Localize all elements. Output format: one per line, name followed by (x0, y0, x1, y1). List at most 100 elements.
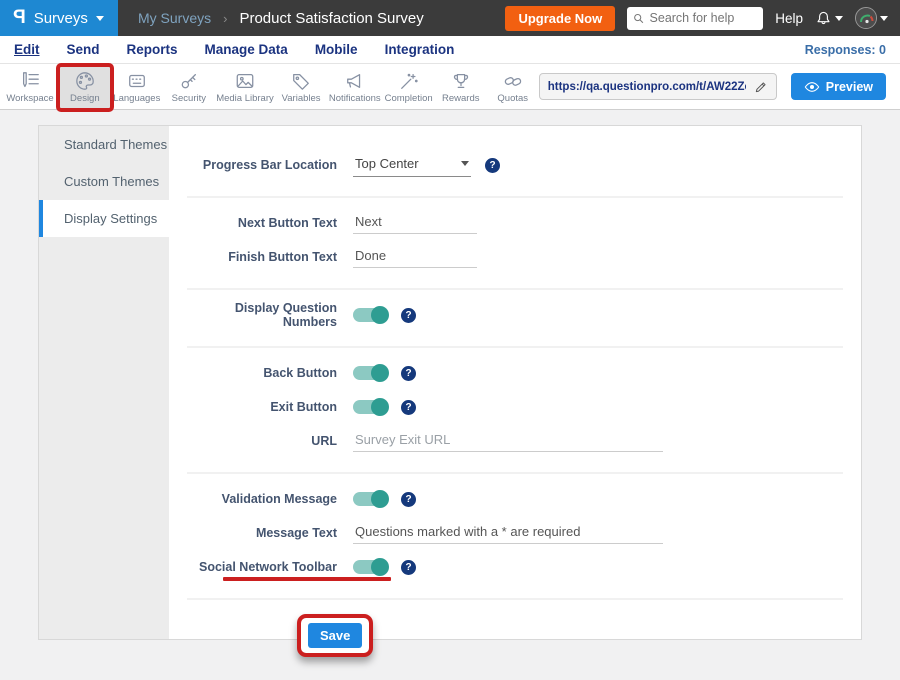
help-icon[interactable]: ? (401, 308, 416, 323)
breadcrumb-parent[interactable]: My Surveys (138, 10, 211, 26)
survey-menu-bar: Edit Send Reports Manage Data Mobile Int… (0, 36, 900, 64)
tool-security[interactable]: Security (163, 66, 215, 108)
chevron-down-icon (96, 16, 104, 21)
image-icon (234, 71, 256, 91)
menu-reports[interactable]: Reports (127, 42, 178, 57)
tool-media-library[interactable]: Media Library (215, 66, 275, 108)
toggle-knob (371, 306, 389, 324)
avatar (855, 7, 877, 29)
finish-button-text-label: Finish Button Text (187, 250, 337, 264)
progress-bar-location-value: Top Center (355, 156, 419, 171)
social-network-toolbar-toggle[interactable] (353, 560, 387, 574)
key-icon (178, 71, 200, 91)
exit-url-label: URL (187, 434, 337, 448)
help-icon[interactable]: ? (485, 158, 500, 173)
menu-send[interactable]: Send (67, 42, 100, 57)
toggle-knob (371, 398, 389, 416)
tool-design[interactable]: Design (59, 66, 111, 108)
tag-icon (290, 71, 312, 91)
search-icon (633, 12, 644, 25)
social-network-toolbar-label: Social Network Toolbar (187, 560, 337, 574)
validation-message-label: Validation Message (187, 492, 337, 506)
notifications-bell-menu[interactable] (815, 10, 843, 27)
sidebar-item-display-settings[interactable]: Display Settings (39, 200, 169, 237)
tool-notifications[interactable]: Notifications (327, 66, 382, 108)
tool-variables[interactable]: Variables (275, 66, 327, 108)
workspace-icon (19, 71, 41, 91)
page-title: Product Satisfaction Survey (239, 10, 423, 27)
back-button-label: Back Button (187, 366, 337, 380)
help-icon[interactable]: ? (401, 560, 416, 575)
help-icon[interactable]: ? (401, 366, 416, 381)
exit-button-toggle[interactable] (353, 400, 387, 414)
megaphone-icon (344, 71, 366, 91)
finish-button-text-input[interactable] (353, 246, 477, 268)
upgrade-now-button[interactable]: Upgrade Now (505, 6, 615, 31)
menu-integration[interactable]: Integration (385, 42, 455, 57)
edit-pencil-icon[interactable] (754, 80, 768, 94)
survey-url-field[interactable]: https://qa.questionpro.com/t/AW22Zcq2J (539, 73, 777, 100)
help-icon[interactable]: ? (401, 492, 416, 507)
product-label: Surveys (34, 10, 88, 27)
tool-languages[interactable]: Languages (111, 66, 163, 108)
toggle-knob (371, 558, 389, 576)
help-link[interactable]: Help (775, 11, 803, 26)
chevron-down-icon (835, 16, 843, 21)
survey-url-value: https://qa.questionpro.com/t/AW22Zcq2J (548, 81, 746, 93)
questionpro-logo-icon: P (13, 7, 26, 29)
exit-button-label: Exit Button (187, 400, 337, 414)
tool-workspace[interactable]: Workspace (4, 66, 56, 108)
display-question-numbers-toggle[interactable] (353, 308, 387, 322)
sidebar-item-standard-themes[interactable]: Standard Themes (39, 126, 169, 163)
menu-manage-data[interactable]: Manage Data (205, 42, 288, 57)
back-button-toggle[interactable] (353, 366, 387, 380)
toggle-knob (371, 364, 389, 382)
surveys-product-menu[interactable]: P Surveys (0, 0, 118, 36)
responses-count[interactable]: Responses: 0 (805, 43, 886, 57)
chain-link-icon (502, 71, 524, 91)
tool-quotas[interactable]: Quotas (487, 66, 539, 108)
breadcrumb-separator: › (223, 11, 227, 26)
message-text-label: Message Text (187, 526, 337, 540)
chevron-down-icon (461, 161, 469, 166)
message-text-input[interactable] (353, 522, 663, 544)
toolbar-divider (57, 68, 58, 106)
section-progress-bar: Progress Bar Location Top Center ? (187, 140, 843, 198)
top-header: P Surveys My Surveys › Product Satisfact… (0, 0, 900, 36)
display-settings-panel: Progress Bar Location Top Center ? Next … (169, 126, 861, 639)
eye-icon (804, 81, 820, 93)
help-icon[interactable]: ? (401, 400, 416, 415)
validation-message-toggle[interactable] (353, 492, 387, 506)
annotation-save-highlight: Save (297, 614, 373, 657)
survey-toolbar: Workspace Design Languages Security Medi… (0, 64, 900, 110)
save-button[interactable]: Save (308, 623, 362, 648)
design-sidebar: Standard Themes Custom Themes Display Se… (39, 126, 169, 639)
save-area: Save (297, 614, 861, 657)
account-menu[interactable] (855, 7, 888, 29)
design-settings-card: Standard Themes Custom Themes Display Se… (38, 125, 862, 640)
section-button-text: Next Button Text Finish Button Text (187, 198, 843, 290)
display-question-numbers-label: Display Question Numbers (187, 301, 337, 329)
bell-icon (815, 10, 832, 27)
toggle-knob (371, 490, 389, 508)
design-palette-icon (74, 71, 96, 91)
help-search[interactable] (627, 7, 763, 30)
progress-bar-location-select[interactable]: Top Center (353, 154, 471, 177)
exit-url-input[interactable] (353, 430, 663, 452)
next-button-text-input[interactable] (353, 212, 477, 234)
breadcrumb: My Surveys › Product Satisfaction Survey (138, 10, 505, 27)
tool-rewards[interactable]: Rewards (435, 66, 487, 108)
tool-completion[interactable]: Completion (382, 66, 434, 108)
chevron-down-icon (880, 16, 888, 21)
sidebar-item-custom-themes[interactable]: Custom Themes (39, 163, 169, 200)
annotation-social-toolbar-underline (223, 577, 391, 581)
magic-wand-icon (398, 71, 420, 91)
preview-label: Preview (826, 80, 873, 94)
menu-edit[interactable]: Edit (14, 42, 40, 57)
search-input[interactable] (650, 11, 758, 25)
section-validation: Validation Message ? Message Text Social… (187, 474, 843, 600)
next-button-text-label: Next Button Text (187, 216, 337, 230)
menu-mobile[interactable]: Mobile (315, 42, 358, 57)
preview-button[interactable]: Preview (791, 73, 886, 100)
section-navigation-buttons: Back Button ? Exit Button ? URL (187, 348, 843, 474)
